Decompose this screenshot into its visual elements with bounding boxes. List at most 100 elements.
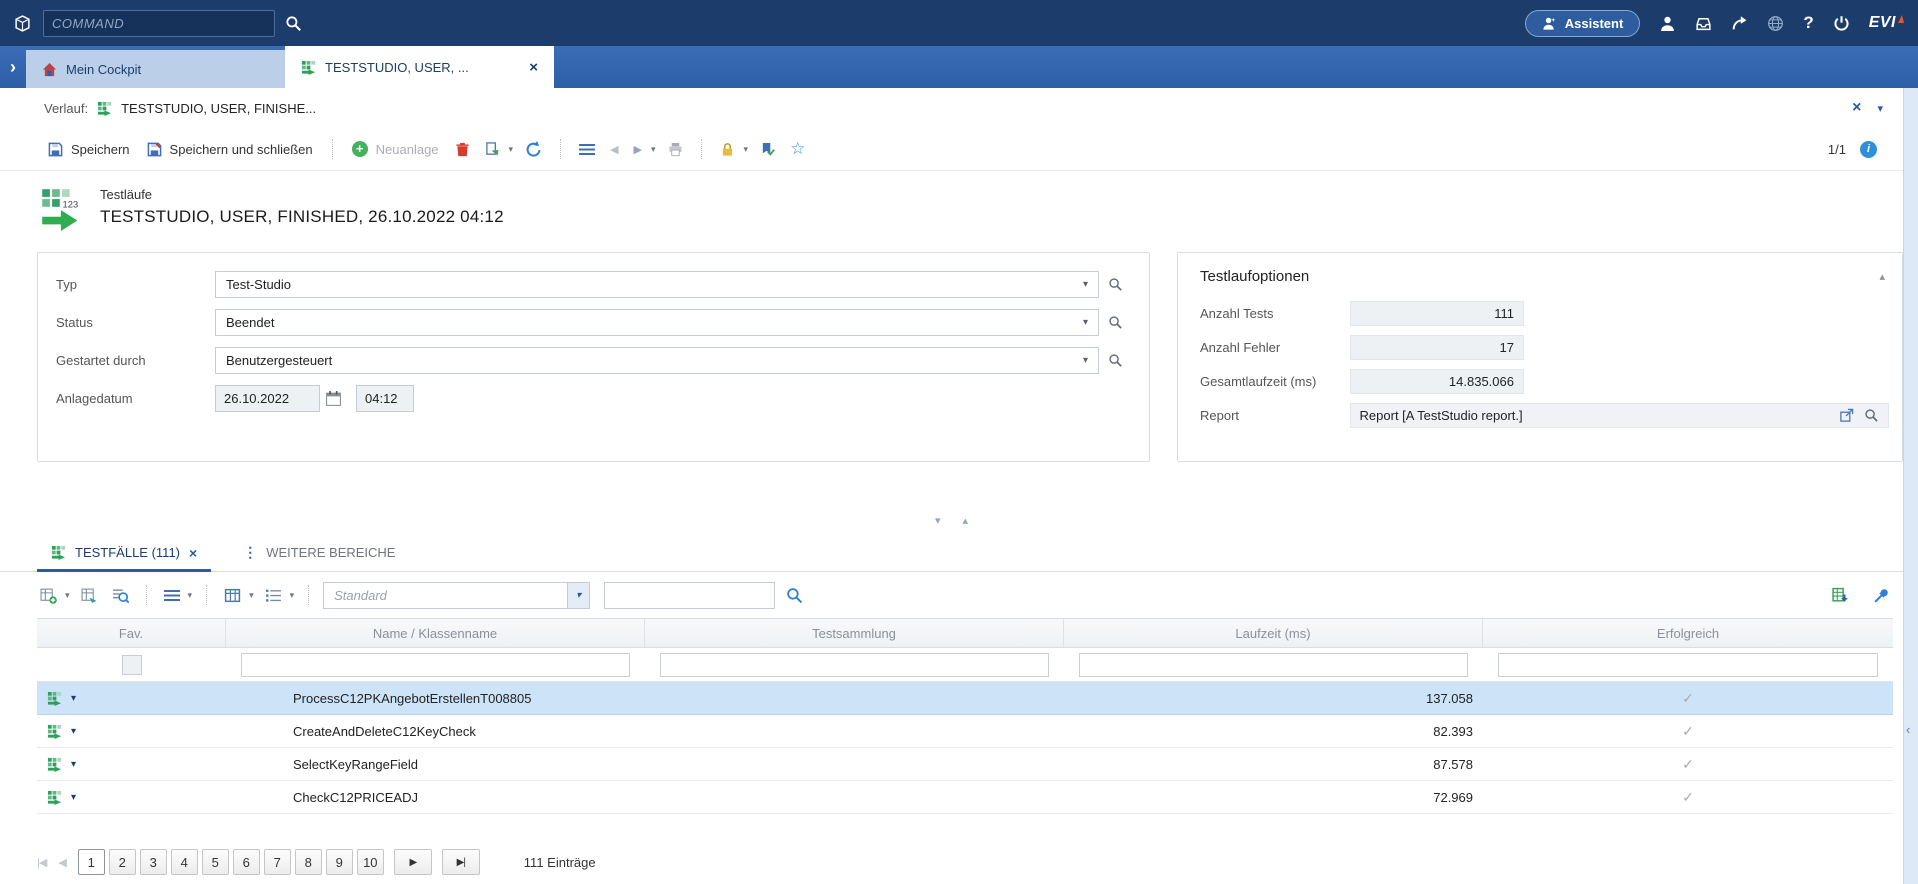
tab-weitere-bereiche[interactable]: ⋮ WEITERE BEREICHE <box>229 534 409 571</box>
grid-view-chevron-icon[interactable]: ▾ <box>249 590 254 601</box>
tabs-scroll-icon[interactable]: › <box>10 57 16 78</box>
menu-button[interactable] <box>576 141 598 158</box>
table-row[interactable]: ▾ CheckC12PRICEADJ 72.969 ✓ <box>37 781 1893 814</box>
tab-teststudio[interactable]: TESTSTUDIO, USER, ... × <box>285 46 554 88</box>
pin-table-button[interactable] <box>1870 584 1893 607</box>
next-page-button[interactable]: ▶ <box>394 849 432 875</box>
chevron-down-icon[interactable]: ▾ <box>1083 317 1088 328</box>
tab-testfaelle[interactable]: TESTFÄLLE (111) × <box>37 534 211 571</box>
user-icon[interactable] <box>1659 15 1676 32</box>
favorite-button[interactable]: ☆ <box>787 136 808 162</box>
report-field[interactable]: Report [A TestStudio report.] <box>1350 403 1889 428</box>
command-input[interactable] <box>52 16 266 31</box>
next-menu-chevron-icon[interactable]: ▾ <box>651 144 656 155</box>
column-header-fav[interactable]: Fav. <box>37 619 226 647</box>
success-filter-input[interactable] <box>1498 653 1878 677</box>
open-report-icon[interactable] <box>1839 408 1854 423</box>
app-cube-icon[interactable] <box>14 15 31 32</box>
last-page-button[interactable]: ▶| <box>442 849 480 875</box>
history-close-icon[interactable]: × <box>1852 99 1861 117</box>
list-view-chevron-icon[interactable]: ▾ <box>290 590 295 601</box>
started-by-combobox[interactable]: Benutzergesteuert ▾ <box>215 347 1099 374</box>
page-button[interactable]: 2 <box>109 849 136 875</box>
right-collapse-rail[interactable]: ‹ <box>1903 88 1918 884</box>
table-search-button[interactable] <box>783 584 806 607</box>
lock-menu-chevron-icon[interactable]: ▾ <box>744 144 749 155</box>
report-lookup-icon[interactable] <box>1864 408 1879 423</box>
copy-menu-chevron-icon[interactable]: ▾ <box>509 144 514 155</box>
typ-combobox[interactable]: Test-Studio ▾ <box>215 271 1099 298</box>
calendar-icon[interactable] <box>325 390 342 407</box>
table-menu-chevron-icon[interactable]: ▾ <box>188 590 193 601</box>
splitter-collapse-down-icon[interactable]: ▾ <box>935 514 941 527</box>
page-button[interactable]: 1 <box>78 849 105 875</box>
runtime-filter-input[interactable] <box>1079 653 1468 677</box>
row-menu-chevron-icon[interactable]: ▾ <box>71 726 76 737</box>
page-button[interactable]: 8 <box>295 849 322 875</box>
collection-filter-input[interactable] <box>660 653 1049 677</box>
assistant-button[interactable]: Assistent <box>1525 10 1641 37</box>
chevron-down-icon[interactable]: ▾ <box>1083 355 1088 366</box>
help-icon[interactable]: ? <box>1803 13 1813 33</box>
table-search-input[interactable] <box>604 582 775 609</box>
table-row[interactable]: ▾ ProcessC12PKAngebotErstellenT008805 13… <box>37 682 1893 715</box>
started-by-lookup-icon[interactable] <box>1108 353 1123 368</box>
status-lookup-icon[interactable] <box>1108 315 1123 330</box>
grid-view-button[interactable] <box>221 584 244 607</box>
copy-button[interactable] <box>482 139 503 160</box>
print-button[interactable] <box>665 139 686 160</box>
page-button[interactable]: 5 <box>202 849 229 875</box>
status-combobox[interactable]: Beendet ▾ <box>215 309 1099 336</box>
row-menu-chevron-icon[interactable]: ▾ <box>71 759 76 770</box>
name-filter-input[interactable] <box>241 653 630 677</box>
view-select-chevron-icon[interactable]: ▾ <box>567 583 589 608</box>
page-button[interactable]: 3 <box>140 849 167 875</box>
history-item[interactable]: TESTSTUDIO, USER, FINISHE... <box>121 101 316 116</box>
page-button[interactable]: 7 <box>264 849 291 875</box>
column-header-runtime[interactable]: Laufzeit (ms) <box>1064 619 1483 647</box>
accept-flag-button[interactable] <box>757 139 778 160</box>
row-menu-chevron-icon[interactable]: ▾ <box>71 693 76 704</box>
tab-close-icon[interactable]: × <box>189 545 197 561</box>
command-search-icon[interactable] <box>285 15 302 32</box>
power-icon[interactable] <box>1833 15 1850 32</box>
add-row-button[interactable] <box>37 584 60 607</box>
table-row[interactable]: ▾ SelectKeyRangeField 87.578 ✓ <box>37 748 1893 781</box>
time-field[interactable]: 04:12 <box>356 385 414 412</box>
table-row[interactable]: ▾ CreateAndDeleteC12KeyCheck 82.393 ✓ <box>37 715 1893 748</box>
info-icon[interactable]: i <box>1860 141 1877 158</box>
lock-button[interactable] <box>717 139 738 160</box>
redo-icon[interactable] <box>1731 15 1748 32</box>
refresh-button[interactable] <box>522 138 545 161</box>
next-record-button[interactable]: ▶ <box>631 140 645 159</box>
duplicate-rows-button[interactable] <box>78 584 101 607</box>
search-rows-button[interactable] <box>109 584 132 607</box>
view-select[interactable]: Standard ▾ <box>323 582 590 609</box>
column-header-collection[interactable]: Testsammlung <box>645 619 1064 647</box>
row-menu-chevron-icon[interactable]: ▾ <box>71 792 76 803</box>
panel-collapse-icon[interactable]: ▴ <box>1879 270 1885 283</box>
export-excel-button[interactable] <box>1829 584 1852 607</box>
first-page-icon[interactable]: |◀ <box>37 856 46 869</box>
tab-close-icon[interactable]: × <box>529 59 538 76</box>
page-button[interactable]: 6 <box>233 849 260 875</box>
splitter-collapse-up-icon[interactable]: ▴ <box>963 514 969 527</box>
page-button[interactable]: 9 <box>326 849 353 875</box>
fav-filter-checkbox[interactable] <box>122 655 142 675</box>
page-button[interactable]: 10 <box>357 849 384 875</box>
inbox-icon[interactable] <box>1695 15 1712 32</box>
prev-record-button[interactable]: ◀ <box>607 140 621 159</box>
delete-button[interactable] <box>452 139 473 160</box>
history-menu-chevron-icon[interactable]: ▾ <box>1877 102 1883 115</box>
column-header-success[interactable]: Erfolgreich <box>1483 619 1893 647</box>
new-record-button[interactable]: + Neuanlage <box>348 138 443 160</box>
typ-lookup-icon[interactable] <box>1108 277 1123 292</box>
date-field[interactable]: 26.10.2022 <box>215 385 320 412</box>
globe-icon[interactable] <box>1767 15 1784 32</box>
tab-mein-cockpit[interactable]: Mein Cockpit <box>26 50 285 88</box>
column-header-name[interactable]: Name / Klassenname <box>226 619 645 647</box>
prev-page-icon[interactable]: ◀ <box>58 856 65 869</box>
table-menu-button[interactable] <box>161 587 183 604</box>
save-button[interactable]: Speichern <box>44 139 134 160</box>
save-and-close-button[interactable]: Speichern und schließen <box>143 139 317 160</box>
